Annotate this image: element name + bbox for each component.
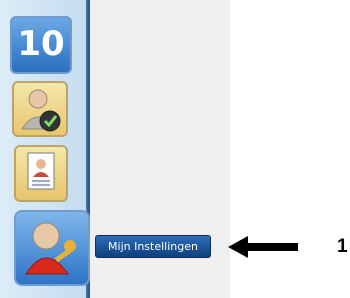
left-arrow-icon	[228, 236, 298, 258]
user-approved-icon	[21, 89, 61, 132]
my-settings-icon	[25, 222, 76, 275]
user-approved-button[interactable]	[12, 81, 68, 137]
office-10-button[interactable]: 10	[10, 16, 72, 74]
profile-card-button[interactable]	[14, 145, 68, 202]
profile-card-icon	[27, 152, 55, 190]
my-settings-tooltip: Mijn Instellingen	[95, 235, 211, 258]
office-10-icon: 10	[17, 24, 65, 64]
my-settings-button[interactable]	[14, 210, 90, 286]
callout-number: 1	[337, 236, 348, 257]
